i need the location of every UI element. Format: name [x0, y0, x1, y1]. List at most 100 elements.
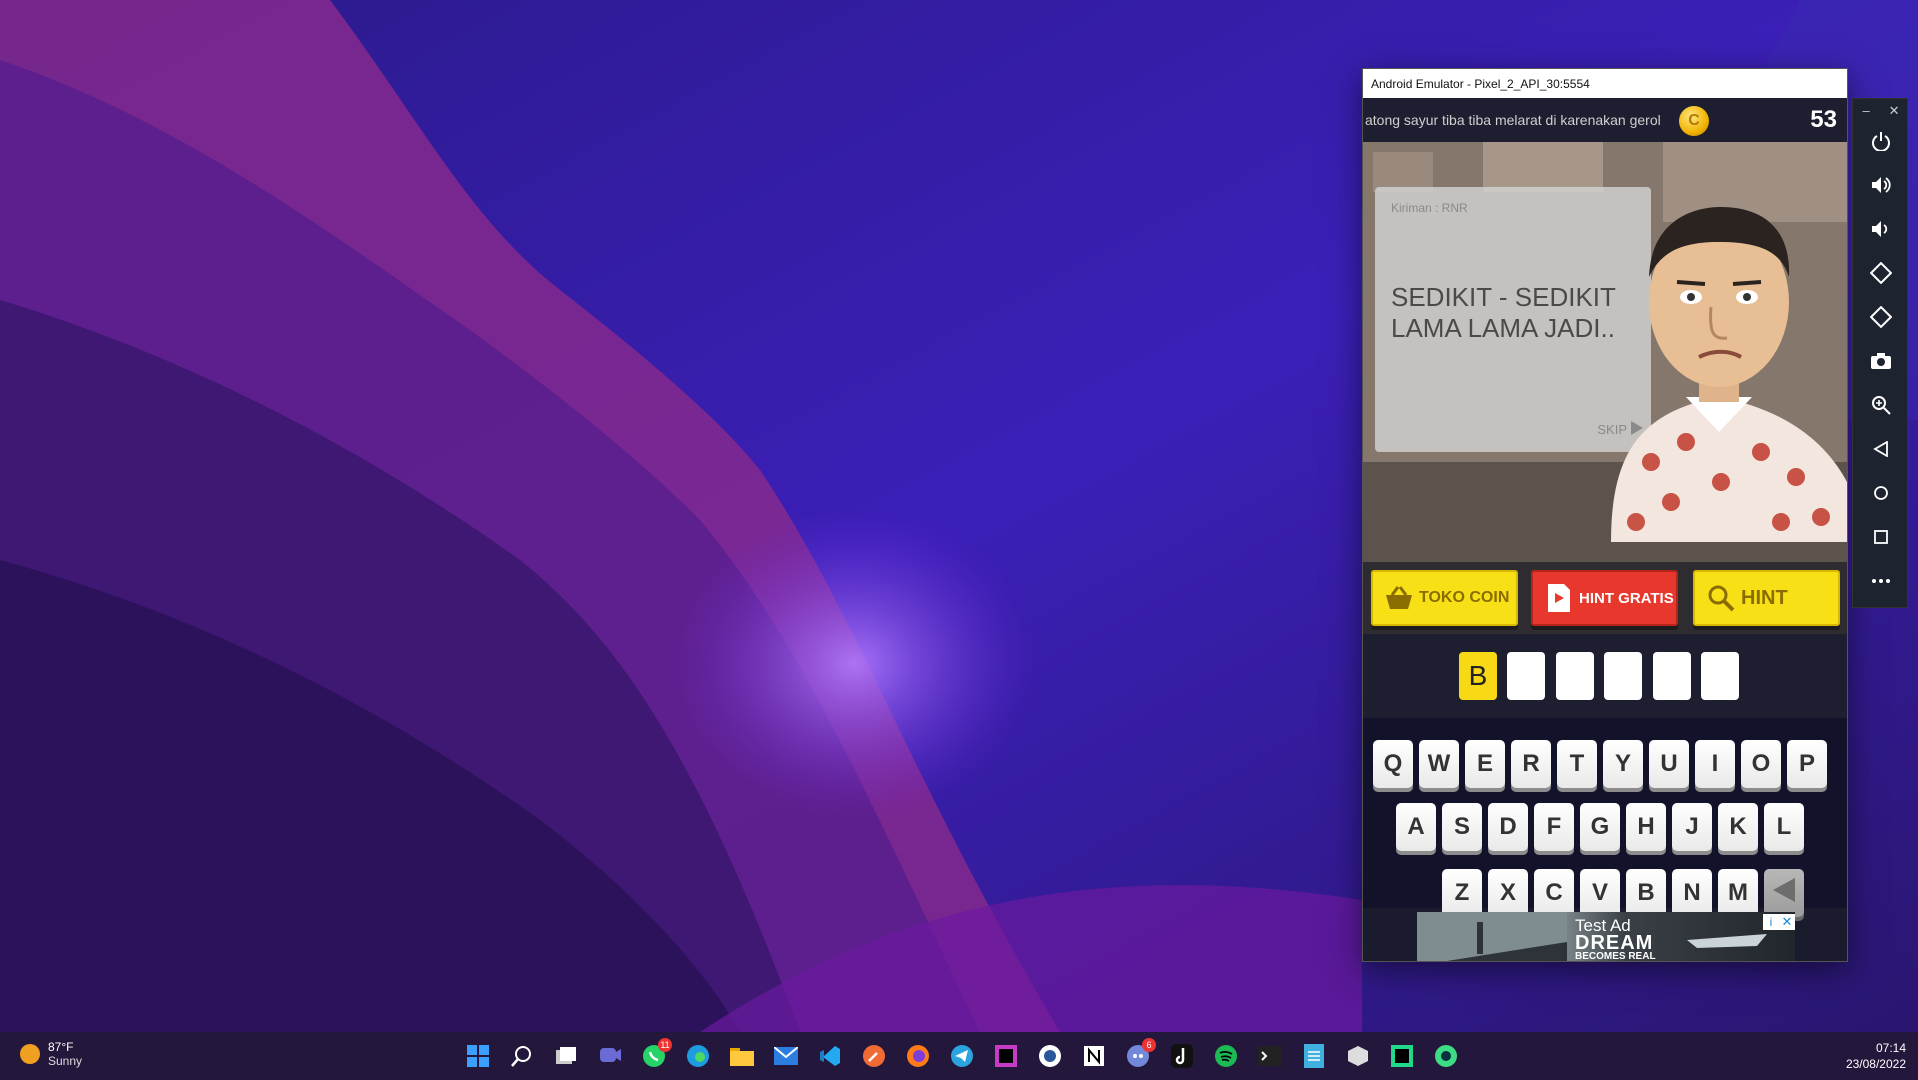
- weather-description: Sunny: [48, 1054, 83, 1068]
- key-f[interactable]: F: [1534, 803, 1574, 851]
- key-a[interactable]: A: [1396, 803, 1436, 851]
- video-file-icon: [1539, 584, 1579, 612]
- notion-icon[interactable]: [1076, 1038, 1112, 1074]
- emulator-titlebar[interactable]: Android Emulator - Pixel_2_API_30:5554: [1363, 69, 1847, 98]
- game-topbar: atong sayur tiba tiba melarat di karenak…: [1363, 98, 1847, 142]
- key-i[interactable]: I: [1695, 740, 1735, 788]
- key-j[interactable]: J: [1672, 803, 1712, 851]
- rotate-left-icon[interactable]: [1865, 257, 1897, 289]
- unity-icon[interactable]: [1340, 1038, 1376, 1074]
- system-clock[interactable]: 07:14 23/08/2022: [1846, 1040, 1906, 1072]
- hint-gratis-button[interactable]: HINT GRATIS: [1531, 570, 1678, 626]
- answer-slot[interactable]: [1507, 652, 1545, 700]
- clock-date: 23/08/2022: [1845, 1057, 1906, 1071]
- task-view-icon[interactable]: [548, 1038, 584, 1074]
- whatsapp-badge: 11: [658, 1038, 672, 1052]
- notepad-icon[interactable]: [1296, 1038, 1332, 1074]
- weather-temperature: 87°F: [48, 1040, 74, 1054]
- emulator-toolbar: – ✕: [1852, 98, 1908, 608]
- key-d[interactable]: D: [1488, 803, 1528, 851]
- answer-slot[interactable]: [1556, 652, 1594, 700]
- power-icon[interactable]: [1865, 125, 1897, 157]
- key-h[interactable]: H: [1626, 803, 1666, 851]
- key-s[interactable]: S: [1442, 803, 1482, 851]
- taskbar-apps: 11 6: [460, 1038, 1464, 1074]
- volume-up-icon[interactable]: [1865, 169, 1897, 201]
- key-w[interactable]: W: [1419, 740, 1459, 788]
- ad-close-icon[interactable]: ✕: [1779, 914, 1795, 930]
- key-v[interactable]: V: [1580, 869, 1620, 917]
- key-p[interactable]: P: [1787, 740, 1827, 788]
- ad-banner[interactable]: Test Ad DREAM BECOMES REAL i ✕: [1417, 912, 1795, 961]
- teams-chat-icon[interactable]: [592, 1038, 628, 1074]
- discord-badge: 6: [1142, 1038, 1156, 1052]
- sender-label: Kiriman : RNR: [1391, 201, 1468, 215]
- key-l[interactable]: L: [1764, 803, 1804, 851]
- key-t[interactable]: T: [1557, 740, 1597, 788]
- jetbrains-icon[interactable]: [988, 1038, 1024, 1074]
- word-icon[interactable]: [1032, 1038, 1068, 1074]
- minimize-button[interactable]: –: [1862, 103, 1869, 119]
- edge-icon[interactable]: [680, 1038, 716, 1074]
- taskbar: 87°F Sunny 11 6 07:14 23/08/2022: [0, 1032, 1918, 1080]
- zoom-icon[interactable]: [1865, 389, 1897, 421]
- key-z[interactable]: Z: [1442, 869, 1482, 917]
- weather-widget[interactable]: 87°F Sunny: [20, 1040, 82, 1068]
- spotify-icon[interactable]: [1208, 1038, 1244, 1074]
- brave-compass-icon[interactable]: [856, 1038, 892, 1074]
- letter-keyboard: Q W E R T Y U I O P A S D F G H J K L Z …: [1363, 718, 1847, 917]
- ad-subline: BECOMES REAL: [1575, 951, 1656, 961]
- android-studio-icon[interactable]: [1428, 1038, 1464, 1074]
- hint-gratis-label: HINT GRATIS: [1579, 589, 1674, 607]
- sun-icon: [20, 1044, 40, 1064]
- game-scene: Kiriman : RNR SEDIKIT - SEDIKIT LAMA LAM…: [1363, 142, 1847, 562]
- close-button[interactable]: ✕: [1889, 103, 1900, 119]
- key-n[interactable]: N: [1672, 869, 1712, 917]
- answer-area: B: [1363, 634, 1847, 718]
- hint-label: HINT: [1741, 586, 1788, 609]
- more-icon[interactable]: [1865, 565, 1897, 597]
- phone-screen: atong sayur tiba tiba melarat di karenak…: [1363, 98, 1847, 961]
- key-e[interactable]: E: [1465, 740, 1505, 788]
- key-g[interactable]: G: [1580, 803, 1620, 851]
- ad-info-icon[interactable]: i: [1763, 914, 1779, 930]
- answer-slot[interactable]: B: [1459, 652, 1497, 700]
- terminal-icon[interactable]: [1252, 1038, 1288, 1074]
- key-u[interactable]: U: [1649, 740, 1689, 788]
- key-y[interactable]: Y: [1603, 740, 1643, 788]
- coin-icon: C: [1679, 106, 1709, 136]
- toko-coin-button[interactable]: TOKO COIN: [1371, 570, 1518, 626]
- vscode-icon[interactable]: [812, 1038, 848, 1074]
- rotate-right-icon[interactable]: [1865, 301, 1897, 333]
- hint-button[interactable]: HINT: [1693, 570, 1840, 626]
- start-icon[interactable]: [460, 1038, 496, 1074]
- overview-icon[interactable]: [1865, 521, 1897, 553]
- whatsapp-icon[interactable]: 11: [636, 1038, 672, 1074]
- file-explorer-icon[interactable]: [724, 1038, 760, 1074]
- key-b[interactable]: B: [1626, 869, 1666, 917]
- tiktok-icon[interactable]: [1164, 1038, 1200, 1074]
- volume-down-icon[interactable]: [1865, 213, 1897, 245]
- camera-icon[interactable]: [1865, 345, 1897, 377]
- backspace-key[interactable]: [1764, 869, 1804, 917]
- answer-slot[interactable]: [1701, 652, 1739, 700]
- magnifier-icon: [1701, 584, 1741, 612]
- back-icon[interactable]: [1865, 433, 1897, 465]
- firefox-icon[interactable]: [900, 1038, 936, 1074]
- telegram-icon[interactable]: [944, 1038, 980, 1074]
- home-icon[interactable]: [1865, 477, 1897, 509]
- discord-icon[interactable]: 6: [1120, 1038, 1156, 1074]
- coin-count: 53: [1810, 106, 1837, 133]
- key-r[interactable]: R: [1511, 740, 1551, 788]
- search-icon[interactable]: [504, 1038, 540, 1074]
- key-m[interactable]: M: [1718, 869, 1758, 917]
- key-c[interactable]: C: [1534, 869, 1574, 917]
- key-o[interactable]: O: [1741, 740, 1781, 788]
- key-q[interactable]: Q: [1373, 740, 1413, 788]
- mail-icon[interactable]: [768, 1038, 804, 1074]
- key-x[interactable]: X: [1488, 869, 1528, 917]
- answer-slot[interactable]: [1653, 652, 1691, 700]
- key-k[interactable]: K: [1718, 803, 1758, 851]
- pycharm-icon[interactable]: [1384, 1038, 1420, 1074]
- answer-slot[interactable]: [1604, 652, 1642, 700]
